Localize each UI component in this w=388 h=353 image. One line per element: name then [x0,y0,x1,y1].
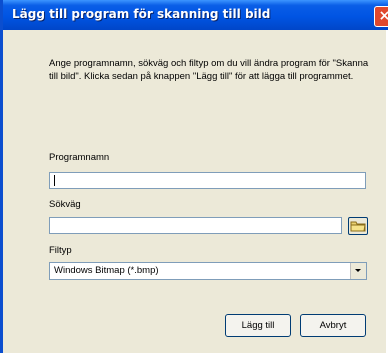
close-icon: × [378,8,388,24]
program-name-label: Programnamn [49,152,110,163]
cancel-button-label: Avbryt [319,320,347,331]
close-button[interactable]: × [374,6,388,27]
dialog-title: Lägg till program för skanning till bild [12,7,271,21]
chevron-down-icon [355,269,361,272]
dropdown-button[interactable] [350,263,366,279]
path-input[interactable] [49,217,342,234]
add-button-label: Lägg till [241,320,275,331]
text-caret [54,175,55,186]
filetype-select[interactable]: Windows Bitmap (*.bmp) [49,262,367,280]
filetype-label: Filtyp [49,245,72,256]
title-bar[interactable]: Lägg till program för skanning till bild [3,0,388,30]
cancel-button[interactable]: Avbryt [300,314,366,337]
folder-icon [350,221,366,232]
instructions-text: Ange programnamn, sökväg och filtyp om d… [49,58,369,82]
add-program-dialog: Lägg till program för skanning till bild… [0,0,388,353]
filetype-value: Windows Bitmap (*.bmp) [54,265,159,276]
add-button[interactable]: Lägg till [225,314,291,337]
browse-button[interactable] [348,217,368,235]
path-label: Sökväg [49,199,81,210]
program-name-input[interactable] [49,172,366,189]
